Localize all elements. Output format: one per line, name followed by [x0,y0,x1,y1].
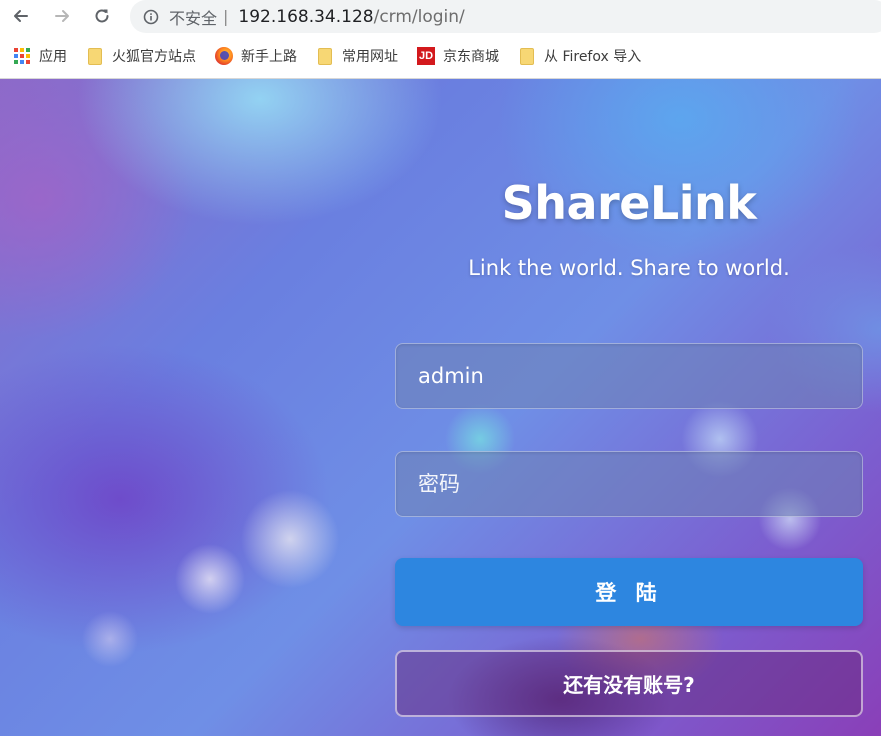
bookmark-label: 京东商城 [443,49,499,65]
reload-icon [95,9,109,23]
login-button[interactable]: 登 陆 [395,558,863,626]
username-input[interactable] [395,343,863,409]
firefox-icon [215,47,233,65]
reload-button[interactable] [89,4,115,28]
jd-icon: JD [417,47,435,65]
arrow-left-icon [14,10,28,22]
url-host: 192.168.34.128 [238,6,374,27]
bookmark-getting-started[interactable]: 新手上路 [215,44,297,68]
bookmark-jd[interactable]: JD 京东商城 [417,44,499,68]
security-label[interactable]: 不安全 [169,5,217,29]
address-separator: | [223,7,229,26]
jd-icon-text: JD [417,47,435,65]
back-button[interactable] [8,4,34,28]
browser-nav-row: 不安全 | 192.168.34.128 /crm/login/ [0,0,881,33]
browser-chrome: 不安全 | 192.168.34.128 /crm/login/ 应用 火狐官方… [0,0,881,79]
brand-tagline: Link the world. Share to world. [468,256,790,280]
bookmark-label: 新手上路 [241,49,297,65]
address-bar[interactable]: 不安全 | 192.168.34.128 /crm/login/ [130,0,881,33]
password-input[interactable] [395,451,863,517]
bookmark-firefox-site[interactable]: 火狐官方站点 [86,44,196,68]
folder-icon [316,47,334,65]
forward-button[interactable] [49,4,75,28]
bookmark-label: 火狐官方站点 [112,49,196,65]
brand-title: ShareLink [501,176,757,230]
arrow-right-icon [55,10,69,22]
url-path: /crm/login/ [373,6,465,27]
folder-icon [86,47,104,65]
bookmark-label: 应用 [39,49,67,65]
login-page: ShareLink Link the world. Share to world… [0,79,881,736]
register-button[interactable]: 还有没有账号? [395,650,863,717]
apps-grid-icon [13,47,31,65]
bookmark-apps[interactable]: 应用 [13,44,67,68]
bookmark-import-firefox[interactable]: 从 Firefox 导入 [518,44,641,68]
bookmark-label: 常用网址 [342,49,398,65]
bookmark-label: 从 Firefox 导入 [544,49,642,65]
info-icon[interactable] [142,8,159,25]
bookmark-common-sites[interactable]: 常用网址 [316,44,398,68]
folder-icon [518,47,536,65]
bookmarks-bar: 应用 火狐官方站点 新手上路 常用网址 JD 京东商城 从 Firefox 导入 [0,40,881,72]
